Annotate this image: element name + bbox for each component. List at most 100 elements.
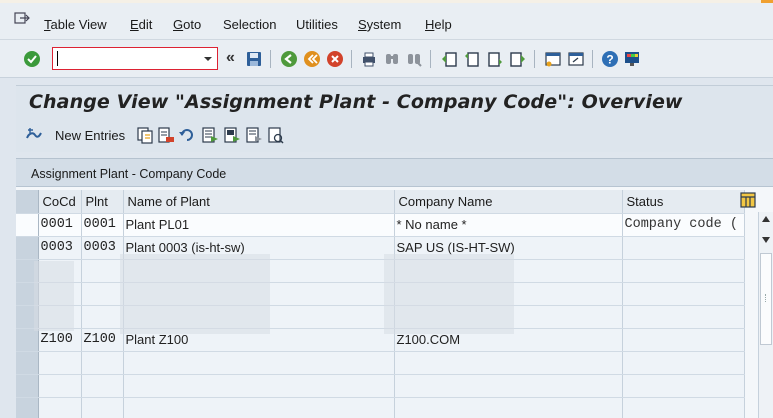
- scroll-grip-icon: [765, 294, 767, 302]
- cell-status: [622, 351, 745, 375]
- cell-cocd[interactable]: Z100: [38, 328, 82, 352]
- menu-system[interactable]: System: [358, 17, 401, 32]
- previous-page-icon[interactable]: [463, 50, 481, 68]
- title-bar: Change View "Assignment Plant - Company …: [16, 85, 773, 118]
- scroll-thumb[interactable]: [760, 253, 772, 345]
- select-all-icon[interactable]: [201, 126, 219, 144]
- cell-plnt[interactable]: [81, 282, 124, 306]
- toolbar-collapse-icon[interactable]: «: [226, 49, 235, 67]
- cell-name-of-plant: [123, 397, 395, 418]
- column-header-status[interactable]: Status: [622, 190, 745, 214]
- back-icon[interactable]: [280, 50, 298, 68]
- find-next-icon[interactable]: [405, 50, 423, 68]
- toolbar-separator: [351, 50, 352, 68]
- cell-plnt[interactable]: 0001: [81, 213, 124, 237]
- help-icon[interactable]: ?: [601, 50, 619, 68]
- column-header-name-of-plant[interactable]: Name of Plant: [123, 190, 395, 214]
- redacted-region: [34, 261, 74, 331]
- shortcut-icon[interactable]: [567, 50, 585, 68]
- row-selector[interactable]: [16, 351, 39, 375]
- table-panel: Assignment Plant - Company Code CoCd Pln…: [16, 158, 773, 418]
- table-row[interactable]: [16, 397, 745, 418]
- standard-toolbar: « ?: [0, 40, 773, 78]
- find-icon[interactable]: [383, 50, 401, 68]
- create-session-icon[interactable]: [544, 50, 562, 68]
- copy-as-icon[interactable]: [136, 126, 154, 144]
- cell-plnt[interactable]: Z100: [81, 328, 124, 352]
- cell-plnt[interactable]: [81, 351, 124, 375]
- page-title: Change View "Assignment Plant - Company …: [29, 91, 683, 113]
- cell-plnt[interactable]: [81, 374, 124, 398]
- last-page-icon[interactable]: [509, 50, 527, 68]
- cell-name-of-plant: [123, 374, 395, 398]
- svg-text:?: ?: [606, 53, 613, 67]
- cell-cocd[interactable]: 0003: [38, 236, 82, 260]
- redacted-region: [384, 254, 514, 334]
- cell-plnt[interactable]: [81, 397, 124, 418]
- toolbar-separator: [270, 50, 271, 68]
- new-entries-button[interactable]: New Entries: [55, 128, 125, 143]
- toolbar-separator: [534, 50, 535, 68]
- exit-icon[interactable]: [303, 50, 321, 68]
- column-header-cocd[interactable]: CoCd: [38, 190, 82, 214]
- text-caret: [57, 51, 58, 66]
- table-row[interactable]: 0001 0001 Plant PL01 * No name * Company…: [16, 213, 745, 237]
- menu-selection[interactable]: Selection: [223, 17, 276, 32]
- row-selector[interactable]: [16, 374, 39, 398]
- delete-icon[interactable]: [157, 126, 175, 144]
- menu-utilities[interactable]: Utilities: [296, 17, 338, 32]
- deselect-all-icon[interactable]: [245, 126, 263, 144]
- column-settings-icon[interactable]: [740, 192, 756, 208]
- cell-company-name: [394, 351, 623, 375]
- menu-goto[interactable]: Goto: [173, 17, 201, 32]
- column-header-plnt[interactable]: Plnt: [81, 190, 124, 214]
- select-all-rows-cell[interactable]: [16, 190, 39, 214]
- cell-status: [622, 282, 745, 306]
- application-toolbar: New Entries: [16, 118, 773, 152]
- save-icon[interactable]: [245, 50, 263, 68]
- menu-edit[interactable]: Edit: [130, 17, 152, 32]
- print-icon[interactable]: [360, 50, 378, 68]
- command-dropdown-icon[interactable]: [201, 50, 215, 67]
- cell-status: [622, 397, 745, 418]
- scroll-up-arrow-icon[interactable]: [762, 216, 770, 222]
- scroll-down-arrow-icon[interactable]: [762, 237, 770, 243]
- other-view-icon[interactable]: [267, 126, 285, 144]
- cell-status: [622, 374, 745, 398]
- vertical-scrollbar[interactable]: [758, 212, 773, 418]
- redacted-region: [120, 254, 270, 334]
- cell-plnt[interactable]: [81, 305, 124, 329]
- menu-exit-icon[interactable]: [14, 12, 30, 25]
- menu-table-view[interactable]: Table View: [44, 17, 107, 32]
- first-page-icon[interactable]: [440, 50, 458, 68]
- table-section-title: Assignment Plant - Company Code: [16, 159, 773, 187]
- cell-plnt[interactable]: 0003: [81, 236, 124, 260]
- next-page-icon[interactable]: [486, 50, 504, 68]
- cell-cocd[interactable]: [38, 351, 82, 375]
- cell-status: [622, 305, 745, 329]
- table-row[interactable]: [16, 351, 745, 375]
- cell-cocd[interactable]: [38, 397, 82, 418]
- cell-cocd[interactable]: 0001: [38, 213, 82, 237]
- menu-help[interactable]: Help: [425, 17, 452, 32]
- select-block-icon[interactable]: [223, 126, 241, 144]
- cell-plnt[interactable]: [81, 259, 124, 283]
- cancel-icon[interactable]: [326, 50, 344, 68]
- cell-status: [622, 259, 745, 283]
- row-selector[interactable]: [16, 328, 39, 352]
- row-selector[interactable]: [16, 236, 39, 260]
- undo-change-icon[interactable]: [178, 126, 196, 144]
- command-input[interactable]: [53, 48, 201, 69]
- table-header-row: CoCd Plnt Name of Plant Company Name Sta…: [16, 190, 745, 214]
- cell-name-of-plant: Plant PL01: [123, 213, 395, 237]
- table-row[interactable]: [16, 374, 745, 398]
- cell-status: [622, 328, 745, 352]
- display-change-icon[interactable]: [25, 126, 43, 144]
- command-field[interactable]: [52, 47, 218, 70]
- row-selector[interactable]: [16, 397, 39, 418]
- row-selector[interactable]: [16, 213, 39, 237]
- customize-layout-icon[interactable]: [623, 50, 641, 68]
- enter-icon[interactable]: [23, 50, 41, 68]
- cell-cocd[interactable]: [38, 374, 82, 398]
- column-header-company-name[interactable]: Company Name: [394, 190, 623, 214]
